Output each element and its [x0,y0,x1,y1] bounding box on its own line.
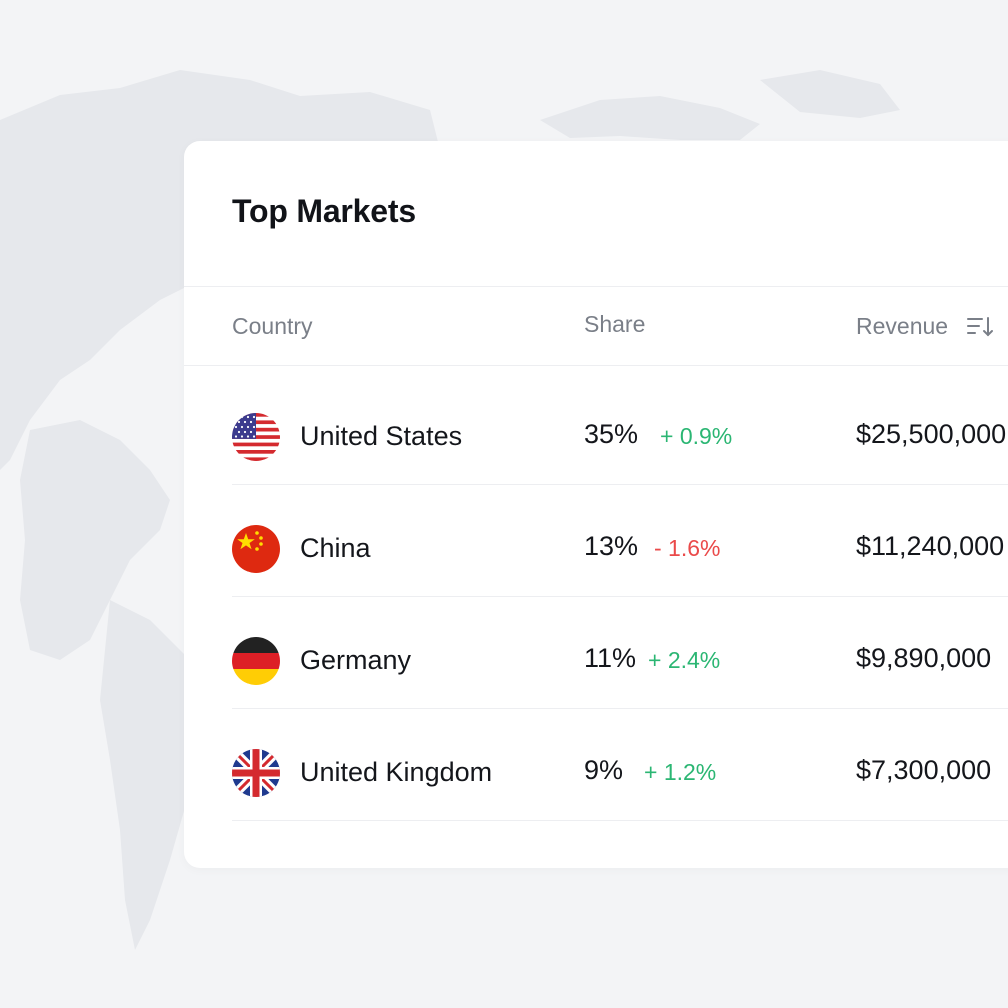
share-value: 13% [584,531,639,561]
share-change: + 0.9% [660,423,733,449]
table-row[interactable]: United Kingdom 9% + 1.2% $7,300,000 [232,709,1008,821]
country-name: United States [300,421,463,451]
share-change: + 1.2% [644,759,717,785]
column-header-country[interactable]: Country [232,313,313,340]
country-name: China [300,533,371,563]
us-flag-icon [232,413,280,461]
share-value: 11% [584,643,637,673]
column-header-revenue-label: Revenue [856,313,949,339]
revenue-value: $11,240,000 [856,531,1005,561]
sort-descending-icon[interactable] [966,315,994,339]
share-value: 35% [584,419,639,449]
share-value: 9% [584,755,624,785]
card-header: Top Markets [184,141,1008,287]
cn-flag-icon [232,525,280,573]
table-row[interactable]: Germany 11% + 2.4% $9,890,000 [232,597,1008,709]
share-change: - 1.6% [654,535,721,561]
table-body: United States 35% + 0.9% $25,500,000 Chi… [232,373,1008,821]
column-header-share[interactable]: Share [584,311,645,338]
column-header-revenue[interactable]: Revenue [856,313,994,340]
country-name: United Kingdom [300,757,493,787]
card-title: Top Markets [232,193,416,229]
de-flag-icon [232,637,280,685]
table-row[interactable]: China 13% - 1.6% $11,240,000 [232,485,1008,597]
table-row[interactable]: United States 35% + 0.9% $25,500,000 [232,373,1008,485]
revenue-value: $7,300,000 [856,755,992,785]
gb-flag-icon [232,749,280,797]
revenue-value: $9,890,000 [856,643,992,673]
country-name: Germany [300,645,412,675]
table-header: Country Share Revenue [184,287,1008,366]
revenue-value: $25,500,000 [856,419,1007,449]
share-change: + 2.4% [648,647,721,673]
